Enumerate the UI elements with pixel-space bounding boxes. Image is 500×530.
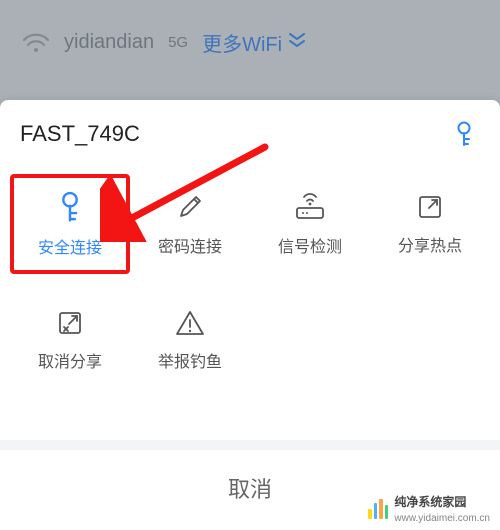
pencil-icon — [174, 191, 206, 223]
watermark-logo-icon — [368, 499, 388, 519]
action-label: 取消分享 — [38, 348, 102, 372]
share-icon — [415, 192, 445, 222]
unshare-icon — [55, 308, 85, 338]
watermark-name: 纯净系统家园 — [394, 495, 466, 509]
action-signal-detect[interactable]: 信号检测 — [250, 174, 370, 274]
watermark: 纯净系统家园 www.yidaimei.com.cn — [368, 493, 490, 524]
action-cancel-share[interactable]: 取消分享 — [10, 292, 130, 388]
sheet-header: FAST_749C — [0, 100, 500, 166]
action-secure-connect[interactable]: 安全连接 — [10, 174, 130, 274]
cancel-label: 取消 — [228, 477, 272, 502]
action-share-hotspot[interactable]: 分享热点 — [370, 174, 490, 274]
sheet-title: FAST_749C — [20, 121, 140, 147]
action-label: 密码连接 — [158, 233, 222, 257]
warning-icon — [174, 308, 206, 338]
action-label: 分享热点 — [398, 232, 462, 256]
action-label: 举报钓鱼 — [158, 348, 222, 372]
action-label: 安全连接 — [38, 234, 102, 258]
action-report-phishing[interactable]: 举报钓鱼 — [130, 292, 250, 388]
wifi-action-sheet: FAST_749C 安全连接 — [0, 100, 500, 530]
key-icon — [452, 120, 476, 148]
action-grid: 安全连接 密码连接 信号检测 — [0, 166, 500, 388]
watermark-url: www.yidaimei.com.cn — [394, 513, 490, 524]
action-label: 信号检测 — [278, 233, 342, 257]
key-icon — [55, 190, 85, 224]
router-icon — [292, 191, 328, 223]
action-password-connect[interactable]: 密码连接 — [130, 174, 250, 274]
